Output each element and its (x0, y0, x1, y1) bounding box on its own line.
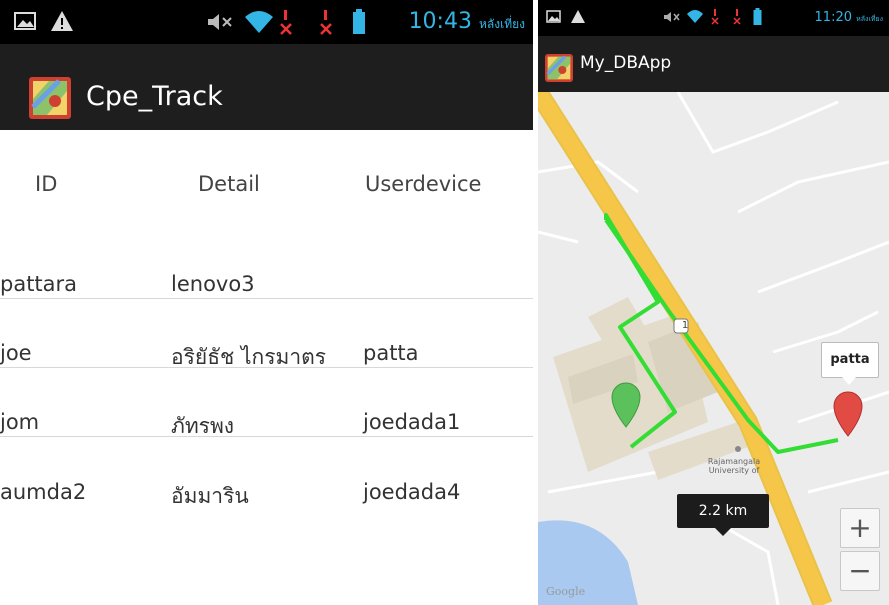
image-notification-icon (14, 12, 36, 30)
signal-sim1-icon (711, 9, 719, 25)
left-screenshot: 10:43 หลังเที่ยง Cpe_Track ID Detail Use… (0, 0, 533, 605)
status-clock: 10:43 หลังเที่ยง (409, 9, 525, 34)
row-4-id[interactable]: aumda2 (0, 480, 86, 504)
row-1-detail[interactable]: lenovo3 (171, 272, 255, 296)
image-notification-icon (546, 10, 561, 23)
signal-sim1-icon (280, 10, 292, 35)
row-divider (0, 436, 533, 437)
row-divider (0, 298, 533, 299)
signal-sim2-icon (320, 10, 332, 35)
row-2-userdevice[interactable]: patta (363, 341, 419, 365)
app-title: Cpe_Track (86, 81, 223, 112)
poi-dot (735, 446, 741, 452)
route-shield-label: 1 (681, 320, 689, 331)
warning-icon (571, 10, 585, 23)
row-2-id[interactable]: joe (0, 341, 32, 365)
distance-label: 2.2 km (677, 494, 769, 536)
row-4-detail[interactable]: อัมมาริน (171, 480, 249, 513)
row-3-id[interactable]: jom (0, 410, 39, 434)
map-app-icon[interactable] (29, 77, 71, 119)
signal-sim2-icon (733, 9, 741, 25)
row-1-id[interactable]: pattara (0, 272, 77, 296)
column-header-id: ID (35, 172, 58, 196)
warning-icon (51, 11, 73, 31)
wifi-icon (687, 10, 703, 23)
row-2-detail[interactable]: อริยัธัช ไกรมาตร (171, 341, 326, 374)
volume-muted-icon (208, 14, 232, 30)
column-header-userdevice: Userdevice (365, 172, 482, 196)
status-bar: 10:43 หลังเที่ยง (0, 0, 533, 44)
status-bar: 11:20 หลังเที่ยง (538, 0, 889, 36)
status-time: 10:43 (408, 9, 472, 34)
row-3-userdevice[interactable]: joedada1 (363, 410, 460, 434)
zoom-out-button[interactable]: − (840, 551, 880, 591)
row-4-userdevice[interactable]: joedada4 (363, 480, 460, 504)
battery-icon (753, 8, 762, 25)
marker-info-window[interactable]: patta (821, 342, 879, 385)
action-bar (0, 44, 533, 130)
right-screenshot: 11:20 หลังเที่ยง My_DBApp 1 Rajamangala … (538, 0, 889, 605)
row-divider (0, 367, 533, 368)
place-label: Rajamangala University of (707, 457, 761, 475)
row-3-detail[interactable]: ภัทรพง (171, 410, 234, 443)
column-header-detail: Detail (198, 172, 260, 196)
status-time: 11:20 (814, 10, 852, 25)
battery-icon (353, 9, 365, 34)
google-watermark: Google (546, 585, 586, 598)
status-clock: 11:20 หลังเที่ยง (815, 10, 883, 25)
status-time-suffix: หลังเที่ยง (856, 15, 883, 23)
zoom-in-button[interactable]: + (840, 508, 880, 548)
end-marker[interactable] (833, 391, 863, 437)
volume-muted-icon (664, 12, 680, 22)
status-time-suffix: หลังเที่ยง (478, 17, 525, 31)
wifi-icon (245, 11, 273, 33)
app-title: My_DBApp (580, 53, 672, 73)
map-app-icon[interactable] (545, 54, 573, 82)
